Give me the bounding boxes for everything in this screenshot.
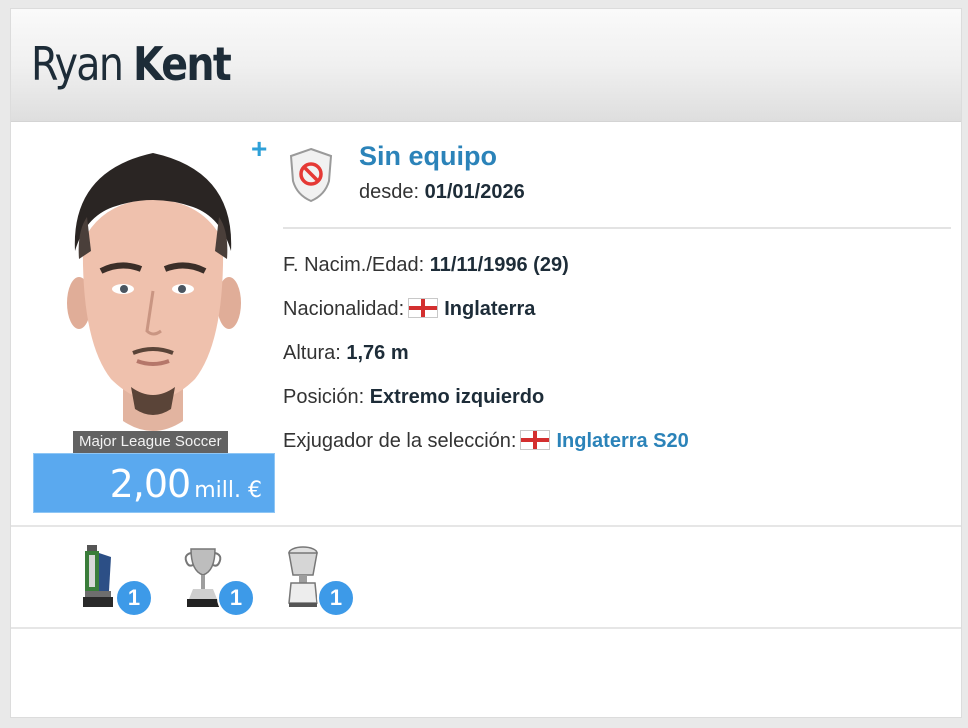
trophy-item[interactable]: 1 bbox=[183, 541, 255, 617]
position-label: Posición: bbox=[283, 386, 365, 408]
england-flag-icon bbox=[520, 430, 551, 450]
trophy-count-badge: 1 bbox=[217, 579, 255, 617]
national-team-link[interactable]: Inglaterra S20 bbox=[556, 430, 688, 452]
club-since-value: 01/01/2026 bbox=[424, 181, 525, 203]
player-first-name: Ryan bbox=[31, 37, 124, 91]
national-team-label: Exjugador de la selección: bbox=[283, 430, 517, 452]
no-club-shield-icon bbox=[289, 147, 333, 203]
birth-value: 11/11/1996 (29) bbox=[429, 254, 569, 276]
trophy-count-badge: 1 bbox=[317, 579, 355, 617]
league-label[interactable]: Major League Soccer bbox=[73, 431, 228, 453]
profile-header: Ryan Kent bbox=[11, 9, 961, 122]
height-row: Altura: 1,76 m bbox=[283, 339, 409, 367]
section-divider bbox=[11, 627, 961, 629]
player-photo[interactable] bbox=[53, 131, 253, 449]
nationality-label: Nacionalidad: bbox=[283, 298, 405, 320]
club-name[interactable]: Sin equipo bbox=[359, 141, 497, 172]
market-value-amount: 2,00 bbox=[109, 462, 192, 506]
player-name: Ryan Kent bbox=[31, 37, 232, 91]
height-label: Altura: bbox=[283, 342, 341, 364]
position-row: Posición: Extremo izquierdo bbox=[283, 383, 544, 411]
player-last-name: Kent bbox=[133, 37, 232, 91]
player-profile-card: Ryan Kent + Major League Soccer 2,00 mil… bbox=[10, 8, 962, 718]
position-value: Extremo izquierdo bbox=[369, 386, 545, 408]
nationality-row: Nacionalidad: Inglaterra bbox=[283, 295, 535, 323]
trophy-count-badge: 1 bbox=[115, 579, 153, 617]
club-since-label: desde: bbox=[359, 181, 420, 203]
trophy-item[interactable]: 1 bbox=[283, 541, 355, 617]
trophies-row: 1 1 1 bbox=[11, 527, 961, 627]
market-value-unit: mill. € bbox=[194, 478, 262, 503]
add-icon[interactable]: + bbox=[251, 135, 267, 163]
nationality-value: Inglaterra bbox=[444, 298, 536, 320]
club-since: desde: 01/01/2026 bbox=[359, 181, 525, 204]
club-info: Sin equipo desde: 01/01/2026 bbox=[283, 135, 951, 229]
player-photo-section: + Major League Soccer 2,00 mill. € bbox=[23, 131, 275, 523]
england-flag-icon bbox=[408, 298, 439, 318]
birth-label: F. Nacim./Edad: bbox=[283, 254, 425, 276]
birth-row: F. Nacim./Edad: 11/11/1996 (29) bbox=[283, 251, 569, 279]
market-value-box[interactable]: 2,00 mill. € bbox=[33, 453, 275, 513]
height-value: 1,76 m bbox=[346, 342, 409, 364]
national-team-row: Exjugador de la selección: Inglaterra S20 bbox=[283, 427, 689, 455]
trophy-item[interactable]: 1 bbox=[81, 541, 153, 617]
